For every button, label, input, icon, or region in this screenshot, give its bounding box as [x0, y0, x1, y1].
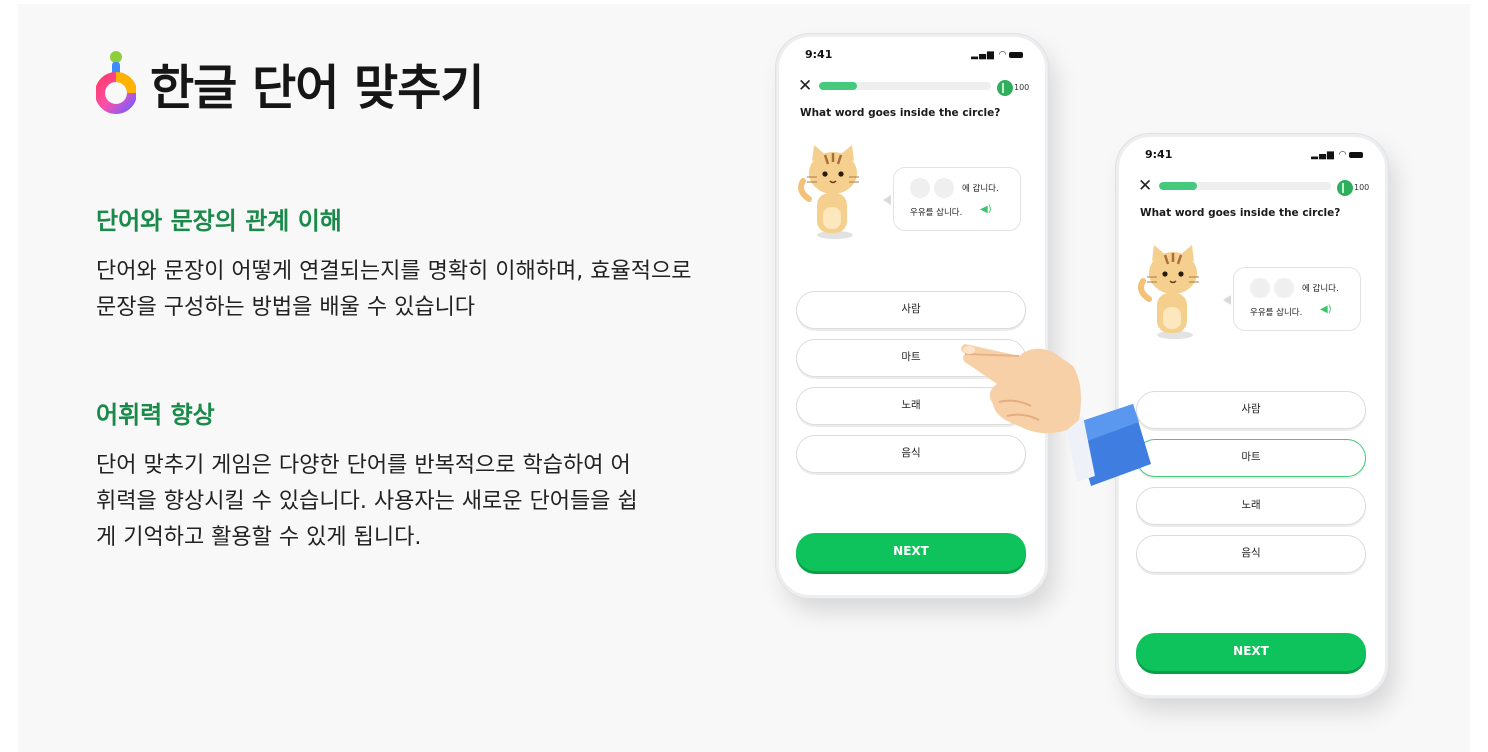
question-text: What word goes inside the circle? — [1140, 207, 1341, 219]
xp-count: 100 — [1354, 183, 1370, 192]
next-button[interactable]: NEXT — [1136, 633, 1366, 671]
question-text: What word goes inside the circle? — [800, 107, 1001, 119]
cat-character-icon — [798, 145, 859, 239]
status-icons: ▂▄▆ ◠ — [971, 50, 1023, 60]
status-bar: 9:41 ▂▄▆ ◠ — [1145, 148, 1363, 164]
app-title: 한글 단어 맞추기 — [150, 60, 485, 116]
blank-circle — [910, 178, 930, 198]
answer-option[interactable]: 마트 — [1136, 439, 1366, 477]
hangul-logo-icon — [96, 51, 136, 114]
bubble-line-1: 에 갑니다. — [1302, 284, 1339, 294]
speech-bubble-tail — [883, 195, 891, 205]
answer-option[interactable]: 노래 — [1136, 487, 1366, 525]
section-heading-relationship: 단어와 문장의 관계 이해 — [96, 207, 342, 235]
next-button[interactable]: NEXT — [796, 533, 1026, 571]
speaker-icon[interactable]: ◀) — [1320, 304, 1332, 315]
section-body-vocabulary: 단어 맞추기 게임은 다양한 단어를 반복적으로 학습하여 어휘력을 향상시킬 … — [96, 453, 638, 550]
status-bar: 9:41 ▂▄▆ ◠ — [805, 48, 1023, 64]
close-icon[interactable]: ✕ — [1138, 177, 1152, 195]
speech-bubble-tail — [1223, 295, 1231, 305]
progress-fill — [1159, 182, 1197, 190]
pointing-hand-icon — [961, 344, 1151, 486]
xp-badge: 100 — [1337, 177, 1370, 196]
blank-circle — [1250, 278, 1270, 298]
xp-count: 100 — [1014, 83, 1030, 92]
status-icons: ▂▄▆ ◠ — [1311, 150, 1363, 160]
answer-option[interactable]: 음식 — [1136, 535, 1366, 573]
progress-bar — [1159, 182, 1331, 190]
answer-option[interactable]: 사람 — [1136, 391, 1366, 429]
close-icon[interactable]: ✕ — [798, 77, 812, 95]
bubble-line-1: 에 갑니다. — [962, 184, 999, 194]
battery-icon — [1009, 51, 1023, 58]
blank-circle — [1274, 278, 1294, 298]
speech-bubble: 에 갑니다. 우유를 삽니다. ◀) — [893, 167, 1021, 231]
section-heading-vocabulary: 어휘력 향상 — [96, 401, 215, 429]
battery-icon — [1349, 151, 1363, 158]
speaker-icon[interactable]: ◀) — [980, 204, 992, 215]
progress-bar — [819, 82, 991, 90]
status-time: 9:41 — [805, 48, 833, 61]
phone-mockup-2: 9:41 ▂▄▆ ◠ ✕ 100 What word goes inside t… — [1116, 134, 1388, 698]
xp-badge: 100 — [997, 77, 1030, 96]
leaf-icon — [1337, 179, 1353, 196]
bubble-line-2: 우유를 삽니다. — [910, 208, 963, 218]
section-body-relationship: 단어와 문장이 어떻게 연결되는지를 명확히 이해하며, 효율적으로 문장을 구… — [96, 259, 692, 320]
phone-mockup-1: 9:41 ▂▄▆ ◠ ✕ 100 What word goes inside t… — [776, 34, 1048, 598]
status-time: 9:41 — [1145, 148, 1173, 161]
answer-option[interactable]: 사람 — [796, 291, 1026, 329]
progress-fill — [819, 82, 857, 90]
blank-circle — [934, 178, 954, 198]
leaf-icon — [997, 79, 1013, 96]
speech-bubble: 에 갑니다. 우유를 삽니다. ◀) — [1233, 267, 1361, 331]
bubble-line-2: 우유를 삽니다. — [1250, 308, 1303, 318]
